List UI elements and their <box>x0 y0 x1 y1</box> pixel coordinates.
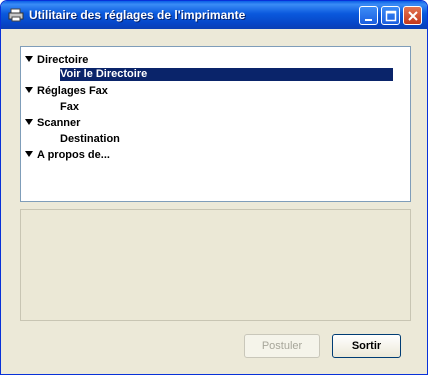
tree-node-label: Directoire <box>37 54 89 66</box>
minimize-button[interactable] <box>359 6 378 25</box>
postuler-button[interactable]: Postuler <box>244 334 320 358</box>
tree-item-label: Voir le Directoire <box>60 68 148 80</box>
settings-tree: Directoire Voir le Directoire Réglages F… <box>20 46 411 202</box>
expand-arrow-icon[interactable] <box>25 119 33 125</box>
expand-arrow-icon[interactable] <box>25 151 33 157</box>
tree-node-reglages-fax[interactable]: Réglages Fax <box>25 85 108 97</box>
tree-item-fax[interactable]: Fax <box>60 101 79 113</box>
printer-icon <box>8 8 24 22</box>
tree-node-label: Scanner <box>37 117 81 129</box>
minimize-icon <box>365 19 372 21</box>
sortir-button[interactable]: Sortir <box>332 334 401 358</box>
app-window: Utilitaire des réglages de l'imprimante … <box>0 0 428 375</box>
expand-arrow-icon[interactable] <box>25 56 33 62</box>
tree-node-label: Réglages Fax <box>37 85 108 97</box>
tree-node-directoire[interactable]: Directoire <box>25 54 88 66</box>
details-panel <box>20 209 411 321</box>
expand-arrow-icon[interactable] <box>25 87 33 93</box>
tree-item-label: Destination <box>60 133 120 145</box>
tree-node-label: A propos de... <box>37 149 110 161</box>
tree-item-label: Fax <box>60 101 79 113</box>
tree-item-voir-le-directoire[interactable]: Voir le Directoire <box>60 68 393 81</box>
window-title: Utilitaire des réglages de l'imprimante <box>29 8 246 22</box>
tree-node-a-propos[interactable]: A propos de... <box>25 149 110 161</box>
close-button[interactable] <box>403 6 422 25</box>
tree-item-destination[interactable]: Destination <box>60 133 120 145</box>
maximize-icon <box>385 10 397 22</box>
maximize-button[interactable] <box>381 6 400 25</box>
tree-node-scanner[interactable]: Scanner <box>25 117 80 129</box>
title-bar[interactable]: Utilitaire des réglages de l'imprimante <box>1 1 427 29</box>
close-icon <box>408 11 418 21</box>
